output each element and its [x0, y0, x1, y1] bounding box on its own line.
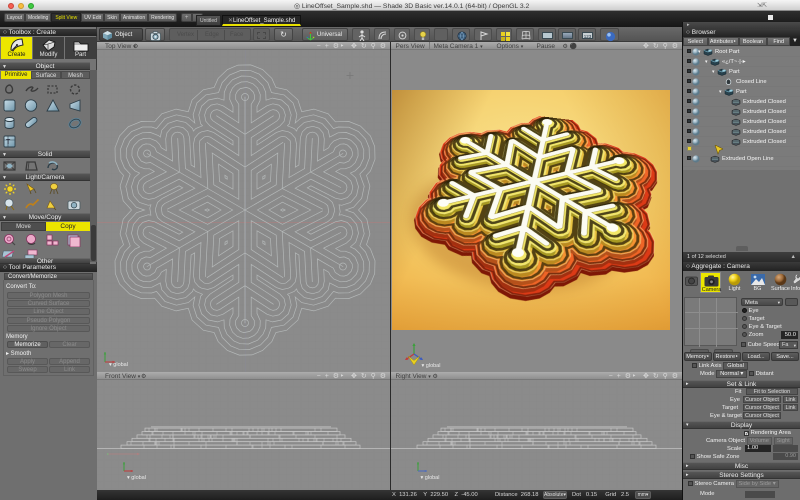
svg-text:T: T	[6, 139, 11, 146]
